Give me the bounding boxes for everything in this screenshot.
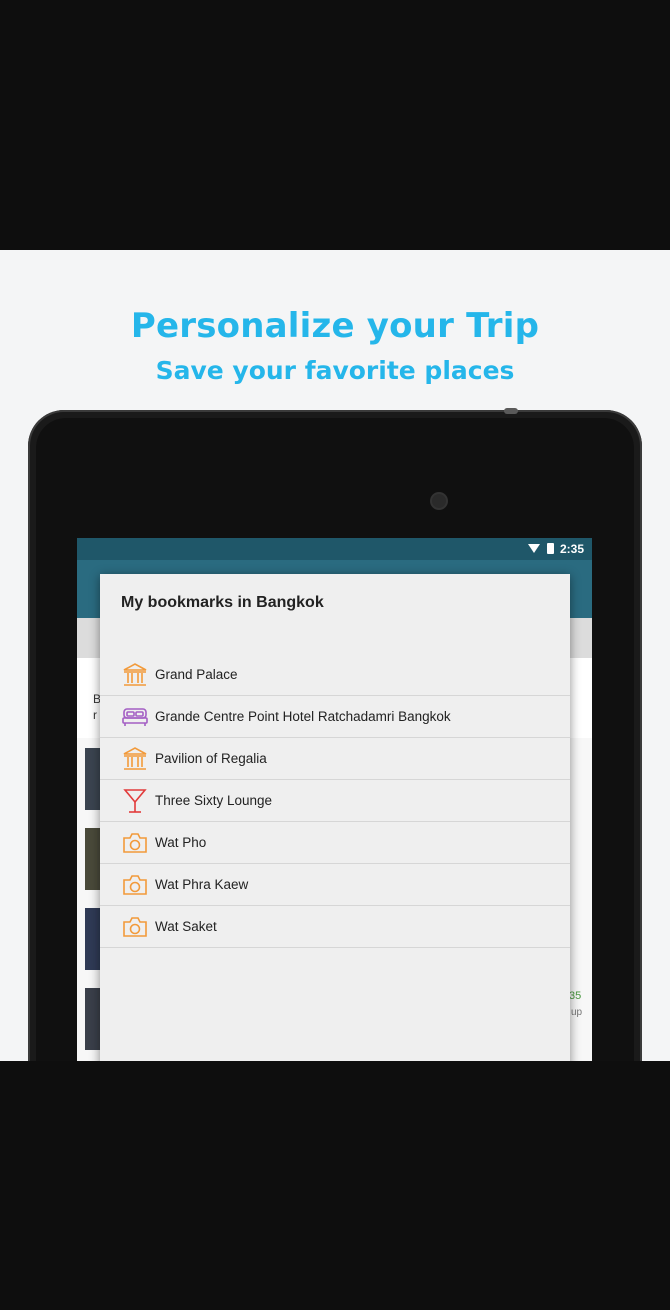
status-bar: 2:35 [77,538,592,560]
bookmarks-list: Grand Palace Grande Centre Point Hotel R… [100,654,570,948]
promo-title: Personalize your Trip [130,306,540,346]
background-text-r: r [93,708,97,722]
dialog-title: My bookmarks in Bangkok [121,594,324,611]
hotel-bed-icon [121,703,149,731]
camera-icon [121,913,149,941]
bookmark-item-grand-palace[interactable]: Grand Palace [100,654,570,696]
background-price: 35 [569,990,582,1002]
bookmarks-dialog: My bookmarks in Bangkok Grand Palace Gra… [100,574,570,1061]
bookmark-item-pavilion[interactable]: Pavilion of Regalia [100,738,570,780]
bookmark-label: Wat Phra Kaew [155,877,249,892]
battery-icon [547,543,554,554]
bookmark-item-hotel[interactable]: Grande Centre Point Hotel Ratchadamri Ba… [100,696,570,738]
tablet-camera [432,494,446,508]
cocktail-icon [121,787,149,815]
wifi-icon [528,544,540,553]
bookmark-label: Three Sixty Lounge [155,793,273,808]
promo-panel: Personalize your Trip Save your favorite… [0,250,670,1061]
landmark-icon [121,661,149,689]
bookmark-item-wat-phra-kaew[interactable]: Wat Phra Kaew [100,864,570,906]
status-time: 2:35 [559,542,584,556]
tablet-speaker [504,408,518,414]
camera-icon [121,829,149,857]
bookmark-label: Wat Saket [155,919,217,934]
bookmark-label: Pavilion of Regalia [155,751,267,766]
tablet-screen: 2:35 B r 35 up My bookmarks in Bangkok G… [77,538,592,1061]
bookmark-label: Grande Centre Point Hotel Ratchadamri Ba… [155,709,451,724]
landmark-icon [121,745,149,773]
bookmark-label: Grand Palace [155,667,238,682]
camera-icon [121,871,149,899]
bookmark-item-lounge[interactable]: Three Sixty Lounge [100,780,570,822]
bookmark-item-wat-saket[interactable]: Wat Saket [100,906,570,948]
background-price-unit: up [571,1007,583,1018]
bookmark-label: Wat Pho [155,835,207,850]
bookmark-item-wat-pho[interactable]: Wat Pho [100,822,570,864]
promo-subtitle: Save your favorite places [155,356,515,385]
